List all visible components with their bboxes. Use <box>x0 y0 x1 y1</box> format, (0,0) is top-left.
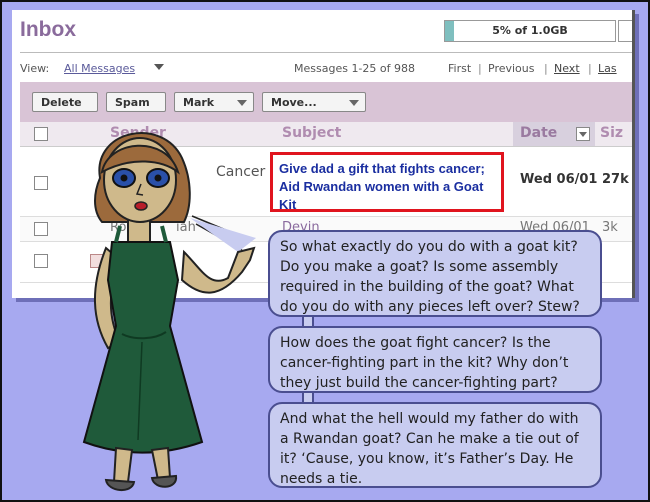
row-size: 27k <box>602 172 629 187</box>
spam-button-label: Spam <box>115 96 150 109</box>
speech-pointer <box>190 218 256 252</box>
view-label: View: <box>20 62 50 75</box>
nav-last-link[interactable]: Las <box>598 62 617 75</box>
message-toolbar: Delete Spam Mark Move... <box>20 82 632 122</box>
left-leg <box>112 446 134 483</box>
inbox-title: Inbox <box>20 18 76 41</box>
speech-bubble: How does the goat fight cancer? Is the c… <box>268 326 602 393</box>
divider <box>20 52 632 53</box>
cartoon-woman <box>82 132 256 491</box>
right-leg <box>150 446 172 482</box>
nav-first-link[interactable]: First <box>448 62 471 75</box>
nav-previous-link[interactable]: Previous <box>488 62 535 75</box>
move-dropdown-button[interactable]: Move... <box>262 92 366 112</box>
right-shoe <box>150 474 178 488</box>
row-date: Wed 06/01 <box>520 172 598 187</box>
nav-separator: | <box>478 62 482 75</box>
nav-next-link[interactable]: Next <box>554 62 580 75</box>
message-count: Messages 1-25 of 988 <box>294 62 415 75</box>
nav-separator: | <box>544 62 548 75</box>
mark-dropdown-button[interactable]: Mark <box>174 92 254 112</box>
date-column-header[interactable]: Date <box>520 125 557 141</box>
chevron-down-icon <box>237 100 247 106</box>
storage-quota-bar: 5% of 1.0GB <box>444 20 616 42</box>
spam-button[interactable]: Spam <box>106 92 166 112</box>
move-button-label: Move... <box>271 96 317 109</box>
chevron-down-icon[interactable] <box>154 64 164 70</box>
nav-separator: | <box>588 62 592 75</box>
quota-label: 5% of 1.0GB <box>492 24 568 37</box>
chevron-down-icon <box>349 100 359 106</box>
highlighted-subject[interactable]: Give dad a gift that fights cancer; Aid … <box>270 152 504 212</box>
speech-bubble: And what the hell would my father do wit… <box>268 402 602 488</box>
mouth <box>134 201 148 211</box>
view-filter-dropdown[interactable]: All Messages <box>64 62 135 75</box>
mark-button-label: Mark <box>183 96 215 109</box>
speech-bubble: So what exactly do you do with a goat ki… <box>268 230 602 317</box>
left-shoe <box>104 478 136 491</box>
delete-button-label: Delete <box>41 96 82 109</box>
sort-menu-icon[interactable] <box>576 127 590 141</box>
row-size: 3k <box>602 220 618 235</box>
comic-panel: Inbox 5% of 1.0GB View: All Messages Mes… <box>0 0 650 502</box>
delete-button[interactable]: Delete <box>32 92 98 112</box>
view-row: View: All Messages Messages 1-25 of 988 … <box>20 62 632 78</box>
quota-extension <box>618 20 632 42</box>
size-column-header[interactable]: Siz <box>600 125 623 141</box>
right-arm <box>180 246 256 294</box>
subject-column-header[interactable]: Subject <box>282 125 341 141</box>
